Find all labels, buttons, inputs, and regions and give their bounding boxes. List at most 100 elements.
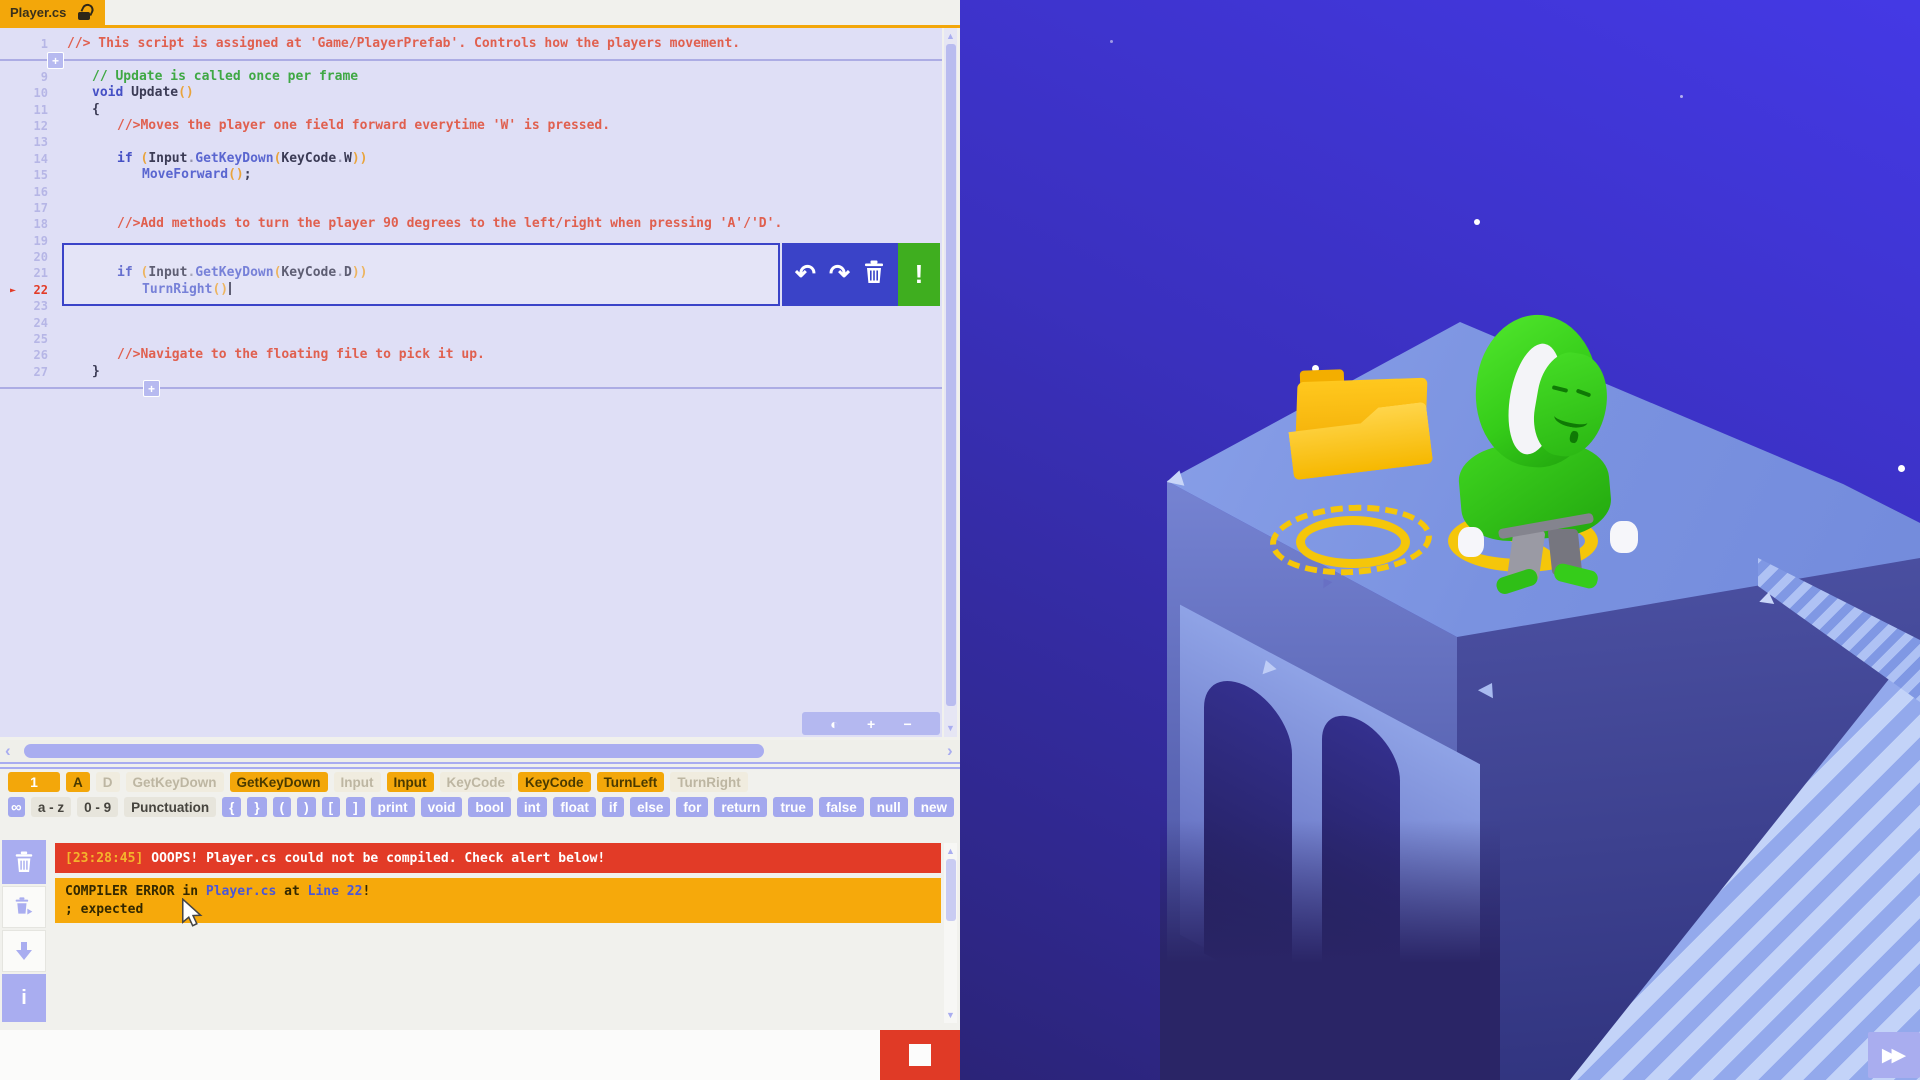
keyword-chip[interactable]: TurnRight <box>670 772 747 792</box>
scroll-down-icon[interactable]: ▼ <box>944 1009 957 1021</box>
code-line-text: //> This script is assigned at 'Game/Pla… <box>60 36 740 52</box>
syntax-chip[interactable]: ] <box>346 797 365 817</box>
console-scroll-thumb[interactable] <box>946 859 956 921</box>
code-line[interactable]: 16 <box>0 184 942 200</box>
keyword-chip[interactable]: TurnLeft <box>597 772 665 792</box>
code-line[interactable]: 24 <box>0 315 942 331</box>
code-line-text: { <box>60 102 100 118</box>
keyword-chip[interactable]: KeyCode <box>440 772 513 792</box>
scroll-to-bottom-button[interactable] <box>2 930 46 972</box>
code-line[interactable]: 9// Update is called once per frame <box>0 69 942 85</box>
stop-icon <box>909 1044 931 1066</box>
syntax-chip[interactable]: { <box>222 797 241 817</box>
syntax-chip[interactable]: 0 - 9 <box>77 797 118 817</box>
tab-player-cs[interactable]: Player.cs <box>0 0 105 25</box>
code-line-text: if (Input.GetKeyDown(KeyCode.W)) <box>60 151 368 167</box>
fold-expand-button[interactable]: + <box>143 380 160 397</box>
theme-toggle-button[interactable]: ◐ <box>830 716 838 732</box>
app-window: Player.cs 1//> This script is assigned a… <box>0 0 1920 1080</box>
scroll-left-icon[interactable]: ‹ <box>5 740 11 762</box>
code-token: . <box>336 151 344 166</box>
code-editor[interactable]: 1//> This script is assigned at 'Game/Pl… <box>0 28 942 737</box>
line-number: 18 <box>0 216 48 232</box>
code-token: ; <box>244 167 252 182</box>
code-token: Input <box>148 151 187 166</box>
editor-vertical-scrollbar[interactable]: ▲ ▼ <box>944 28 957 737</box>
keyword-chip[interactable]: GetKeyDown <box>126 772 224 792</box>
line-number: 21 <box>0 265 48 281</box>
game-viewport: ▶▶ <box>960 0 1920 1080</box>
zoom-out-button[interactable]: − <box>904 716 912 732</box>
delete-selection-button[interactable] <box>863 260 885 289</box>
code-line[interactable]: 14if (Input.GetKeyDown(KeyCode.W)) <box>0 151 942 167</box>
scroll-right-icon[interactable]: › <box>947 740 953 762</box>
stop-button[interactable] <box>880 1030 960 1080</box>
syntax-chip[interactable]: Punctuation <box>124 797 216 817</box>
syntax-chip[interactable]: } <box>247 797 266 817</box>
keyword-chip[interactable]: D <box>96 772 120 792</box>
scroll-up-icon[interactable]: ▲ <box>944 845 957 857</box>
horizontal-scroll-thumb[interactable] <box>24 744 764 758</box>
syntax-chip[interactable]: else <box>630 797 670 817</box>
syntax-chip[interactable]: ( <box>273 797 292 817</box>
syntax-chip[interactable]: ) <box>297 797 316 817</box>
line-number: 16 <box>0 184 48 200</box>
line-number: 10 <box>0 85 48 101</box>
code-line[interactable]: 15MoveForward(); <box>0 167 942 183</box>
console-info-button[interactable]: i <box>2 974 46 1022</box>
code-line[interactable]: 10void Update() <box>0 85 942 101</box>
code-line[interactable]: 17 <box>0 200 942 216</box>
down-arrow-icon <box>14 941 34 961</box>
keyword-chip[interactable]: Input <box>387 772 434 792</box>
fold-row: + <box>0 52 942 68</box>
code-line[interactable]: 27} <box>0 364 942 380</box>
syntax-chip[interactable]: [ <box>322 797 341 817</box>
code-line[interactable]: 11 { <box>0 102 942 118</box>
fold-expand-button[interactable]: + <box>47 52 64 69</box>
scroll-down-icon[interactable]: ▼ <box>944 722 957 734</box>
keyword-chip[interactable]: Input <box>334 772 381 792</box>
editor-horizontal-scrollbar[interactable]: ‹ › <box>0 740 960 762</box>
syntax-chip[interactable]: new <box>914 797 954 817</box>
syntax-chip[interactable]: if <box>602 797 624 817</box>
alert-link-text: Player.cs <box>206 884 276 899</box>
code-line[interactable]: 25 <box>0 331 942 347</box>
syntax-chip[interactable]: bool <box>468 797 511 817</box>
code-token: () <box>228 167 244 182</box>
line-number: 11 <box>0 102 48 118</box>
syntax-chip[interactable]: int <box>517 797 548 817</box>
keyword-chip[interactable]: KeyCode <box>518 772 591 792</box>
vertical-scroll-thumb[interactable] <box>946 44 956 706</box>
code-line[interactable]: 26//>Navigate to the floating file to pi… <box>0 347 942 363</box>
code-token: //>Navigate to the floating file to pick… <box>117 347 485 362</box>
syntax-chip[interactable]: for <box>676 797 708 817</box>
line-number: 24 <box>0 315 48 331</box>
scroll-up-icon[interactable]: ▲ <box>944 30 957 42</box>
star-particle <box>1474 219 1480 225</box>
code-line[interactable]: 18//>Add methods to turn the player 90 d… <box>0 216 942 232</box>
code-line[interactable]: 13 <box>0 134 942 150</box>
keyword-chip[interactable]: A <box>66 772 90 792</box>
editor-zoom-bar: ◐ + − <box>802 712 940 735</box>
redo-button[interactable]: ↷ <box>829 262 850 287</box>
syntax-chip[interactable]: float <box>553 797 596 817</box>
zoom-in-button[interactable]: + <box>867 716 875 732</box>
syntax-chip[interactable]: void <box>421 797 463 817</box>
clear-console-button[interactable] <box>2 840 46 884</box>
code-line[interactable]: 12//>Moves the player one field forward … <box>0 118 942 134</box>
alert-text: COMPILER ERROR in <box>65 884 206 899</box>
syntax-chip[interactable]: print <box>371 797 415 817</box>
syntax-chip[interactable]: true <box>773 797 813 817</box>
syntax-chip[interactable]: false <box>819 797 864 817</box>
undo-button[interactable]: ↶ <box>795 262 816 287</box>
syntax-chip[interactable]: return <box>714 797 767 817</box>
code-line[interactable]: 1//> This script is assigned at 'Game/Pl… <box>0 36 942 52</box>
console-scrollbar[interactable]: ▲ ▼ <box>944 843 957 1023</box>
fast-forward-button[interactable]: ▶▶ <box>1868 1032 1920 1078</box>
syntax-chip[interactable]: null <box>870 797 908 817</box>
target-ring <box>1270 505 1430 575</box>
auto-clear-console-button[interactable] <box>2 886 46 928</box>
keyword-chip[interactable]: GetKeyDown <box>230 772 328 792</box>
confirm-error-button[interactable]: ! <box>898 243 940 306</box>
syntax-chip[interactable]: a - z <box>31 797 71 817</box>
